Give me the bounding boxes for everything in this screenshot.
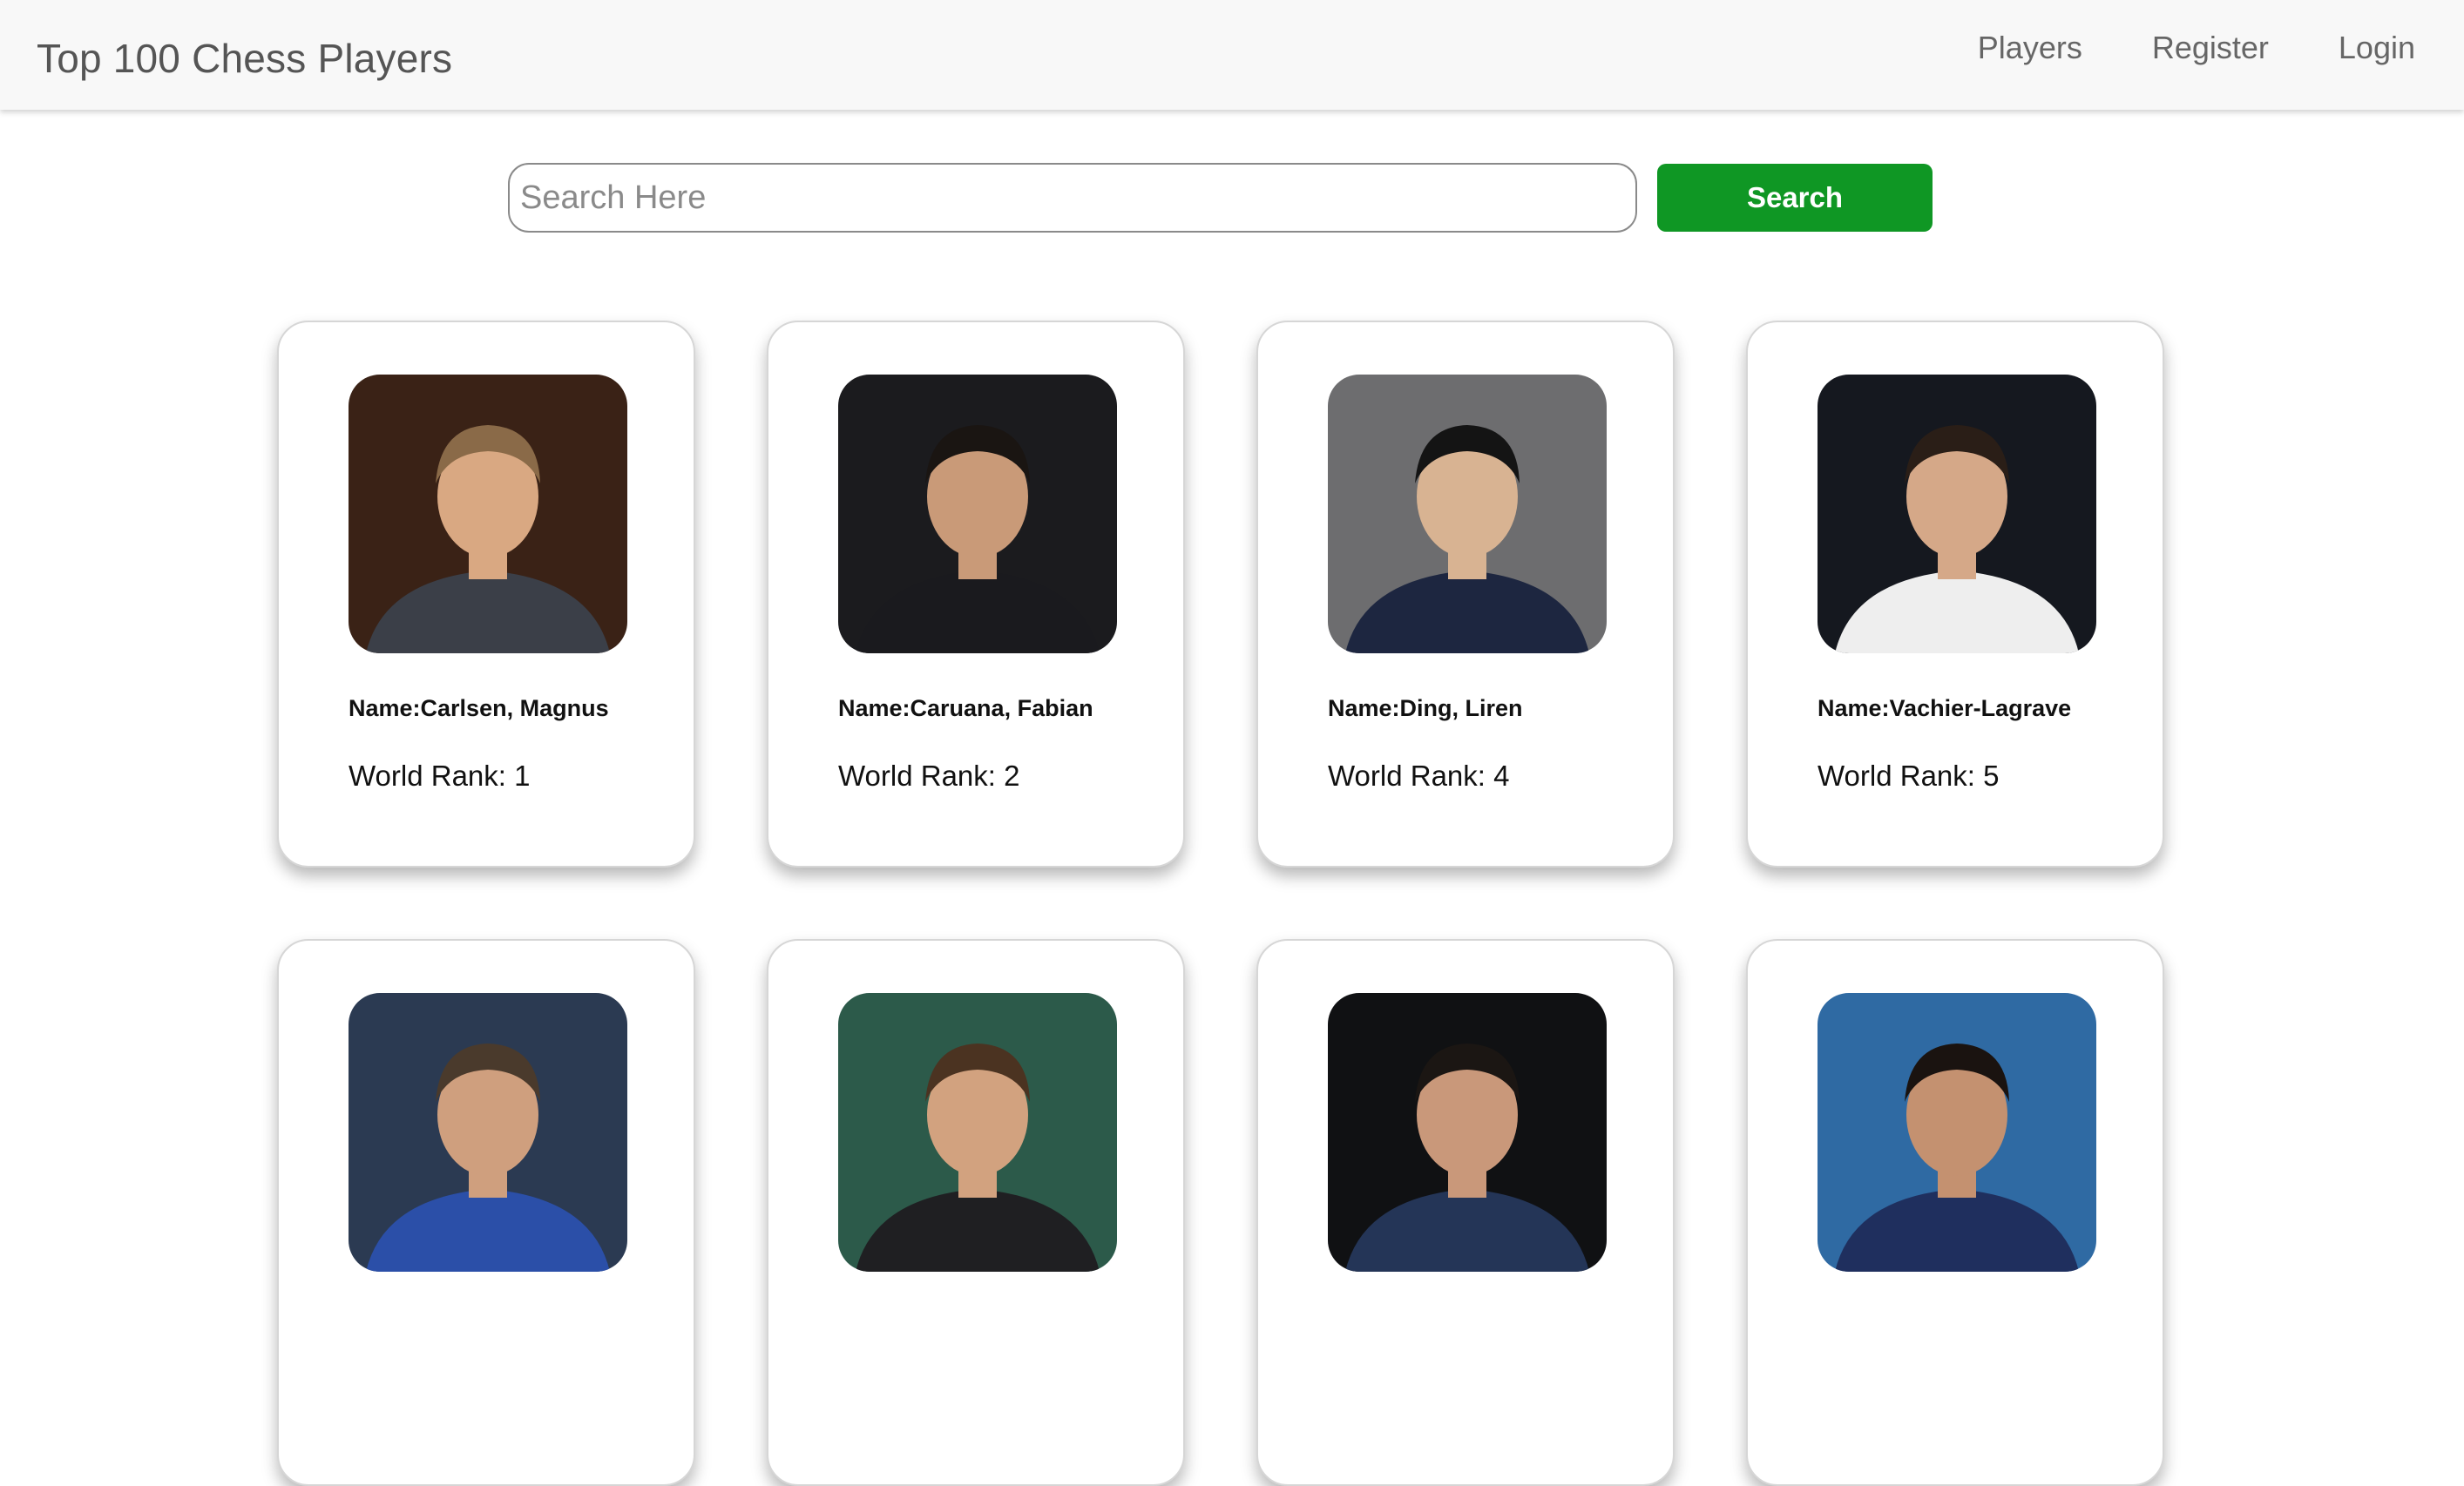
player-name: Name:Vachier-Lagrave bbox=[1818, 695, 2072, 721]
site-brand[interactable]: Top 100 Chess Players bbox=[37, 35, 452, 82]
nav-link-login[interactable]: Login bbox=[2339, 30, 2415, 66]
player-card[interactable]: Name:Ding, Liren World Rank: 4 bbox=[1256, 321, 1675, 868]
player-photo bbox=[838, 993, 1117, 1272]
player-card[interactable] bbox=[1746, 939, 2164, 1486]
player-card[interactable]: Name:Caruana, Fabian World Rank: 2 bbox=[767, 321, 1185, 868]
player-photo-aronian bbox=[838, 993, 1117, 1272]
player-world-rank: World Rank: 5 bbox=[1818, 760, 2000, 792]
player-world-rank: World Rank: 1 bbox=[349, 760, 531, 792]
player-name: Name:Ding, Liren bbox=[1328, 695, 1523, 721]
player-photo bbox=[1328, 993, 1607, 1272]
player-photo bbox=[1328, 375, 1607, 653]
player-card-grid: Name:Carlsen, Magnus World Rank: 1 Name:Ca… bbox=[277, 321, 2166, 1486]
top-navbar: Top 100 Chess Players Players Register L… bbox=[0, 0, 2464, 110]
player-photo-giri bbox=[1818, 993, 2096, 1272]
player-card[interactable] bbox=[1256, 939, 1675, 1486]
player-photo-ding bbox=[1328, 375, 1607, 653]
search-input[interactable] bbox=[508, 163, 1637, 233]
player-card[interactable]: Name:Vachier-Lagrave World Rank: 5 bbox=[1746, 321, 2164, 868]
search-bar: Search bbox=[0, 163, 2464, 234]
player-photo-mamedyarov bbox=[1328, 993, 1607, 1272]
player-photo bbox=[349, 375, 627, 653]
player-photo-caruana bbox=[838, 375, 1117, 653]
player-world-rank: World Rank: 4 bbox=[1328, 760, 1510, 792]
player-name: Name:Caruana, Fabian bbox=[838, 695, 1093, 721]
player-photo bbox=[1818, 993, 2096, 1272]
nav-link-register[interactable]: Register bbox=[2152, 30, 2269, 66]
player-photo-grischuk bbox=[349, 993, 627, 1272]
player-card[interactable]: Name:Carlsen, Magnus World Rank: 1 bbox=[277, 321, 695, 868]
player-photo bbox=[1818, 375, 2096, 653]
player-photo bbox=[349, 993, 627, 1272]
nav-link-players[interactable]: Players bbox=[1978, 30, 2082, 66]
player-photo-vachier-lagrave bbox=[1818, 375, 2096, 653]
player-name: Name:Carlsen, Magnus bbox=[349, 695, 609, 721]
player-photo bbox=[838, 375, 1117, 653]
player-card[interactable] bbox=[277, 939, 695, 1486]
player-card[interactable] bbox=[767, 939, 1185, 1486]
player-photo-carlsen bbox=[349, 375, 627, 653]
player-world-rank: World Rank: 2 bbox=[838, 760, 1020, 792]
search-button[interactable]: Search bbox=[1657, 164, 1933, 232]
nav-links: Players Register Login bbox=[1978, 30, 2415, 66]
